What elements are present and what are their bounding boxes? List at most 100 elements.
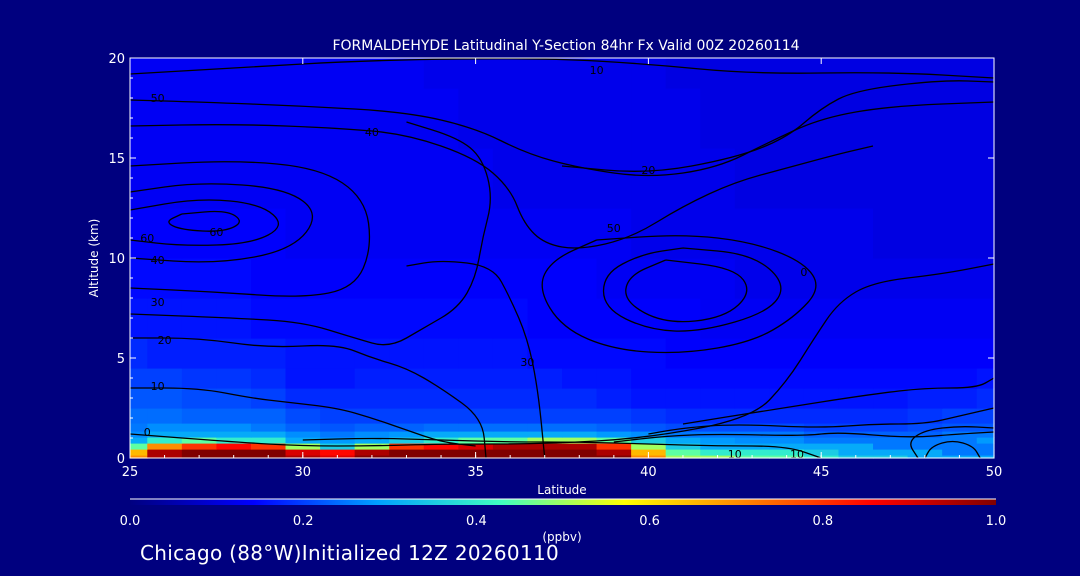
contour-label: 60	[209, 226, 223, 239]
contour-label: 10	[728, 448, 742, 461]
heat-cell	[423, 58, 459, 89]
heat-cell	[700, 338, 736, 369]
heat-cell	[492, 408, 529, 424]
heat-cell	[354, 423, 390, 432]
heat-cell	[320, 423, 356, 432]
contour-label: 40	[365, 126, 379, 139]
heat-cell	[596, 408, 632, 424]
x-tick-label: 40	[640, 465, 657, 480]
heat-cell	[181, 338, 217, 369]
heat-cell	[700, 88, 736, 149]
heat-cell	[976, 88, 995, 149]
contour-label: 20	[641, 164, 655, 177]
heat-cell	[354, 431, 390, 438]
heat-cell	[803, 298, 840, 339]
heat-cell	[458, 368, 494, 389]
x-tick-label: 30	[295, 465, 312, 480]
heat-cell	[423, 449, 459, 456]
heat-cell	[803, 208, 840, 259]
heat-cell	[769, 258, 805, 299]
heat-cell	[181, 449, 217, 456]
heat-cell	[562, 338, 598, 369]
heat-cell	[389, 298, 425, 339]
heat-cell	[942, 58, 978, 89]
heat-cell	[631, 338, 667, 369]
heat-cell	[389, 388, 425, 409]
colorbar: 0.0 0.2 0.4 0.6 0.8 1.0 (ppbv)	[120, 498, 1007, 544]
heat-cell	[147, 408, 183, 424]
heat-cell	[423, 423, 459, 432]
heat-cell	[216, 443, 252, 450]
heat-cell	[250, 368, 287, 389]
heat-cell	[665, 449, 701, 456]
contour-label: 50	[151, 92, 165, 105]
heat-cell	[942, 388, 978, 409]
heat-cell	[734, 88, 770, 149]
heat-cell	[354, 58, 390, 89]
heat-cell	[389, 148, 425, 209]
heat-cell	[389, 437, 425, 444]
heat-cell	[907, 338, 943, 369]
heat-cell	[734, 437, 770, 444]
heat-cell	[942, 148, 978, 209]
heat-cell	[181, 443, 217, 450]
heat-cell	[492, 431, 529, 438]
heat-cell	[838, 298, 874, 339]
heat-cell	[250, 88, 287, 149]
y-tick-label: 10	[108, 252, 125, 267]
heat-cell	[320, 88, 356, 149]
colorbar-tick-label: 1.0	[986, 514, 1007, 529]
heat-cell	[665, 368, 701, 389]
heat-cell	[631, 368, 667, 389]
heat-cell	[492, 208, 529, 259]
heat-cell	[458, 423, 494, 432]
x-tick-label: 25	[122, 465, 139, 480]
contour-label: 0	[800, 266, 807, 279]
heat-cell	[665, 148, 701, 209]
heat-cell	[423, 408, 459, 424]
contour-label: 20	[158, 334, 172, 347]
heat-cell	[423, 368, 459, 389]
heat-cell	[562, 388, 598, 409]
x-tick-label: 50	[986, 465, 1003, 480]
heat-cell	[734, 208, 770, 259]
heat-cell	[354, 88, 390, 149]
heat-cell	[320, 388, 356, 409]
contour-label: 0	[144, 426, 151, 439]
heat-cell	[838, 443, 874, 450]
heat-cell	[803, 338, 840, 369]
heat-cell	[976, 443, 995, 450]
heat-cell	[250, 408, 287, 424]
heat-cell	[458, 388, 494, 409]
heat-cell	[562, 423, 598, 432]
heat-cell	[976, 58, 995, 89]
heat-cell	[769, 298, 805, 339]
heat-cell	[527, 388, 563, 409]
heat-cell	[700, 58, 736, 89]
heat-cell	[320, 431, 356, 438]
heat-cell	[216, 388, 252, 409]
heat-cell	[389, 408, 425, 424]
heat-cell	[492, 423, 529, 432]
heat-cell	[631, 298, 667, 339]
heat-cell	[873, 443, 909, 450]
y-tick-label: 5	[117, 352, 125, 367]
heat-cell	[216, 58, 252, 89]
heat-cell	[596, 88, 632, 149]
contour-label: 50	[607, 222, 621, 235]
heat-cell	[562, 408, 598, 424]
heat-cell	[769, 368, 805, 389]
heat-cell	[873, 449, 909, 456]
heat-cell	[285, 338, 321, 369]
heat-cell	[389, 58, 425, 89]
heat-cell	[562, 449, 598, 456]
heat-cell	[285, 88, 321, 149]
heat-cell	[596, 298, 632, 339]
y-axis-label: Altitude (km)	[87, 219, 101, 298]
heat-cell	[596, 449, 632, 456]
heat-cell	[216, 368, 252, 389]
heat-cell	[285, 423, 321, 432]
heat-cell	[354, 388, 390, 409]
heat-cell	[423, 258, 459, 299]
heat-cell	[942, 258, 978, 299]
